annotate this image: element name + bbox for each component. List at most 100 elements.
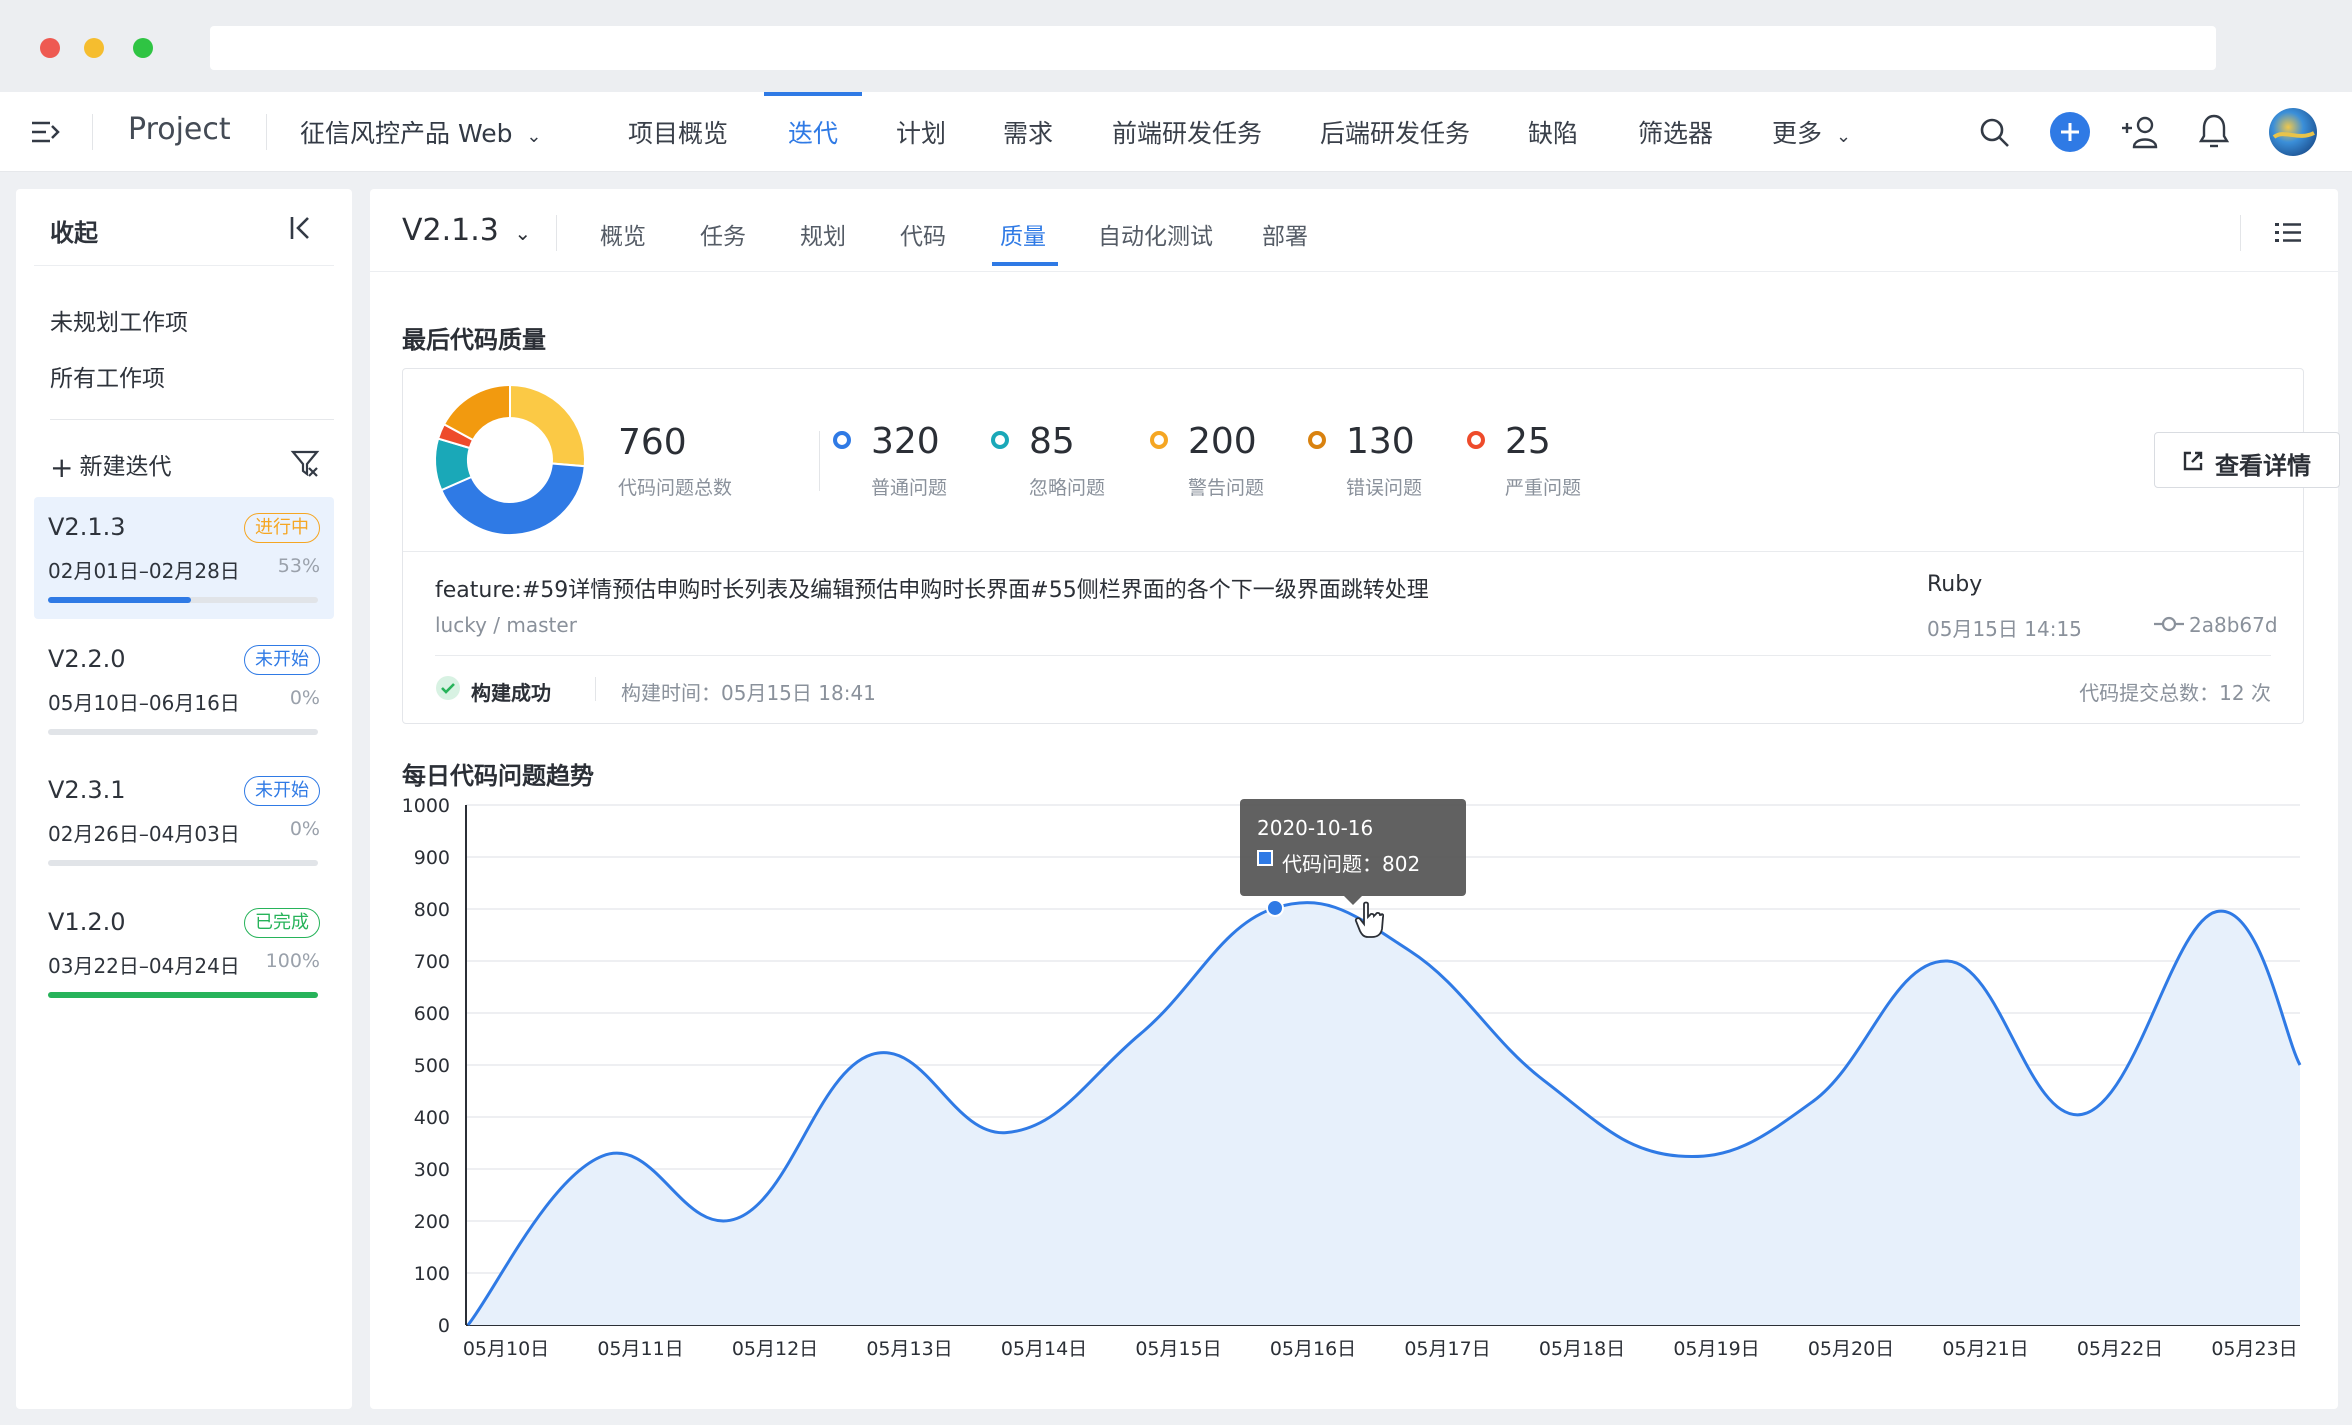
stat-label: 警告问题 (1188, 477, 1265, 499)
commit-branch: lucky / master (435, 613, 577, 637)
stat-value: 320 (871, 421, 940, 462)
all-items-link[interactable]: 所有工作项 (50, 359, 165, 393)
iteration-percent: 0% (289, 818, 320, 840)
x-tick-label: 05月22日 (2077, 1338, 2163, 1360)
maximize-window-dot[interactable] (133, 38, 153, 58)
chart-tooltip: 2020-10-16 代码问题：802 (1240, 799, 1466, 905)
progress-track (48, 992, 318, 998)
iteration-dates: 02月01日–02月28日 (48, 559, 240, 583)
new-iteration-button[interactable]: + 新建迭代 (50, 447, 171, 484)
y-tick-label: 800 (414, 899, 450, 921)
error-status-dot (1308, 431, 1326, 449)
x-tick-label: 05月10日 (463, 1338, 549, 1360)
tab-planning[interactable]: 规划 (800, 217, 846, 251)
nav-defects[interactable]: 缺陷 (1528, 114, 1578, 150)
nav-frontend-tasks[interactable]: 前端研发任务 (1112, 114, 1262, 150)
y-tick-label: 700 (414, 951, 450, 973)
view-details-label: 查看详情 (2215, 452, 2311, 480)
add-icon[interactable] (2050, 112, 2090, 152)
search-icon[interactable] (1978, 116, 2012, 150)
close-window-dot[interactable] (40, 38, 60, 58)
nav-more-label: 更多 (1772, 119, 1823, 148)
stat-value: 25 (1505, 421, 1551, 462)
y-tick-label: 100 (414, 1263, 450, 1285)
nav-iteration[interactable]: 迭代 (788, 114, 838, 150)
nav-backend-tasks[interactable]: 后端研发任务 (1320, 114, 1470, 150)
tab-tasks[interactable]: 任务 (700, 217, 746, 251)
view-details-button[interactable]: 查看详情 (2154, 432, 2340, 488)
y-tick-label: 0 (438, 1315, 450, 1337)
address-bar[interactable] (210, 26, 2216, 70)
x-tick-label: 05月23日 (2211, 1338, 2297, 1360)
avatar[interactable] (2268, 107, 2318, 157)
check-circle-icon (436, 676, 460, 700)
total-issues-label: 代码问题总数 (618, 477, 733, 499)
new-iteration-label: 新建迭代 (79, 454, 172, 480)
add-member-icon[interactable] (2120, 114, 2160, 150)
app-header: Project 征信风控产品 Web ⌄ 项目概览 迭代 计划 需求 前端研发任… (0, 92, 2352, 172)
nav-plan[interactable]: 计划 (896, 114, 946, 150)
tab-quality[interactable]: 质量 (1000, 217, 1046, 251)
x-tick-label: 05月20日 (1808, 1338, 1894, 1360)
menu-toggle-icon[interactable] (30, 118, 60, 146)
x-tick-label: 05月18日 (1539, 1338, 1625, 1360)
iteration-percent: 53% (277, 555, 320, 577)
commit-icon (2154, 616, 2184, 632)
total-issues-value: 760 (618, 422, 687, 463)
tab-code[interactable]: 代码 (900, 217, 946, 251)
tooltip-value: 代码问题：802 (1282, 852, 1421, 876)
version-selector[interactable]: V2.1.3 ⌄ (402, 213, 531, 248)
product-selector[interactable]: 征信风控产品 Web ⌄ (300, 114, 542, 150)
issue-donut-chart (434, 383, 586, 536)
commit-message[interactable]: feature:#59详情预估申购时长列表及编辑预估申购时长界面#55侧栏界面的… (435, 572, 1429, 604)
x-tick-label: 05月13日 (866, 1338, 952, 1360)
critical-status-dot (1467, 431, 1485, 449)
trend-section-title: 每日代码问题趋势 (402, 762, 594, 790)
collapse-left-icon[interactable] (288, 215, 316, 241)
tab-deployment[interactable]: 部署 (1262, 217, 1308, 251)
tooltip-series-marker (1257, 850, 1273, 866)
y-tick-label: 1000 (402, 795, 450, 817)
hand-cursor-icon (1354, 901, 1384, 938)
iteration-item[interactable]: V2.3.1 未开始 02月26日–04月03日 0% (34, 760, 334, 882)
commit-hash[interactable]: 2a8b67d (2189, 613, 2278, 637)
x-tick-label: 05月12日 (732, 1338, 818, 1360)
plus-icon: + (50, 451, 74, 484)
stat-value: 130 (1346, 421, 1415, 462)
iteration-percent: 100% (265, 950, 320, 972)
nav-more[interactable]: 更多 ⌄ (1772, 114, 1851, 150)
filter-icon[interactable] (290, 448, 320, 478)
status-badge: 未开始 (244, 645, 320, 675)
iteration-item[interactable]: V2.1.3 进行中 02月01日–02月28日 53% (34, 497, 334, 619)
status-badge: 已完成 (244, 908, 320, 938)
x-tick-label: 05月11日 (597, 1338, 683, 1360)
unplanned-items-link[interactable]: 未规划工作项 (50, 303, 188, 337)
iteration-name: V2.2.0 (48, 645, 126, 673)
ignored-status-dot (991, 431, 1009, 449)
iteration-name: V2.1.3 (48, 513, 126, 541)
list-view-icon[interactable] (2274, 221, 2302, 245)
minimize-window-dot[interactable] (84, 38, 104, 58)
nav-filters[interactable]: 筛选器 (1638, 114, 1713, 150)
x-tick-label: 05月16日 (1270, 1338, 1356, 1360)
iteration-sidebar: 收起 未规划工作项 所有工作项 + 新建迭代 V2.1.3 进行中 02月01日–… (16, 189, 352, 1409)
nav-overview[interactable]: 项目概览 (628, 114, 728, 150)
status-badge: 进行中 (244, 513, 320, 543)
progress-track (48, 729, 318, 735)
iteration-item[interactable]: V1.2.0 已完成 03月22日–04月24日 100% (34, 892, 334, 1014)
main-panel: V2.1.3 ⌄ 概览 任务 规划 代码 质量 自动化测试 部署 最后代码质量 … (370, 189, 2340, 1409)
normal-status-dot (833, 431, 851, 449)
tab-automation-testing[interactable]: 自动化测试 (1098, 217, 1213, 251)
collapse-label[interactable]: 收起 (50, 213, 98, 248)
nav-requirements[interactable]: 需求 (1003, 114, 1053, 150)
trend-area (468, 902, 2300, 1325)
iteration-dates: 02月26日–04月03日 (48, 822, 240, 846)
project-label[interactable]: Project (128, 112, 231, 147)
tab-overview[interactable]: 概览 (600, 217, 646, 251)
quality-card: 760 代码问题总数 320 普通问题 85 忽略问题 200 警告问题 130 (402, 368, 2340, 724)
bell-icon[interactable] (2198, 112, 2230, 150)
highlight-point[interactable] (1266, 898, 1284, 917)
x-tick-label: 05月21日 (1942, 1338, 2028, 1360)
iteration-item[interactable]: V2.2.0 未开始 05月10日–06月16日 0% (34, 629, 334, 751)
progress-fill (48, 992, 318, 998)
